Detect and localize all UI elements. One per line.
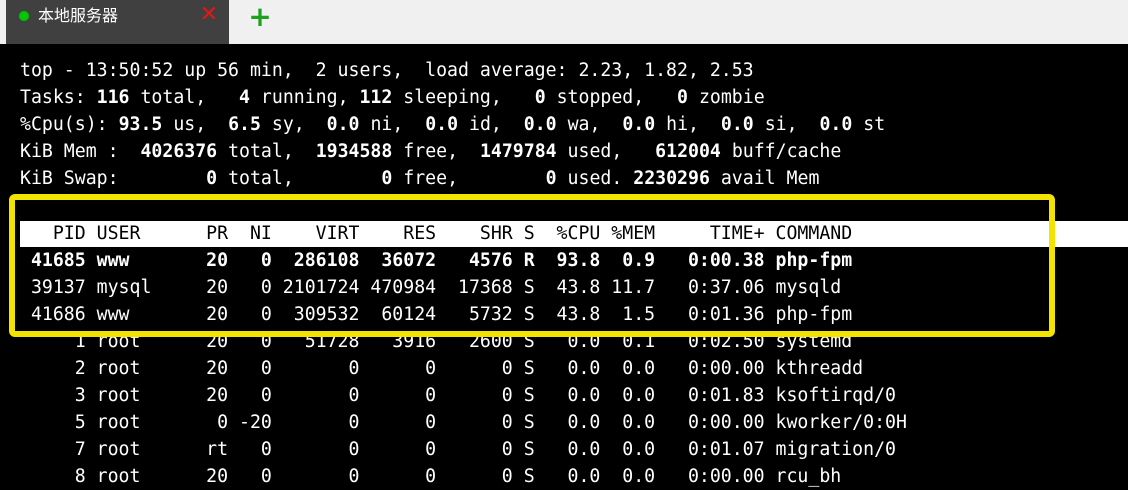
summary-swap-line: KiB Swap: 0 total, 0 free, 0 used. 22302… bbox=[20, 168, 820, 189]
summary-mem-line: KiB Mem : 4026376 total, 1934588 free, 1… bbox=[20, 141, 842, 162]
status-dot-icon bbox=[19, 11, 29, 21]
table-row: 5 root 0 -20 0 0 0 S 0.0 0.0 0:00.00 kwo… bbox=[20, 412, 907, 433]
table-row: 2 root 20 0 0 0 0 S 0.0 0.0 0:00.00 kthr… bbox=[20, 358, 864, 379]
terminal[interactable]: top - 13:50:52 up 56 min, 2 users, load … bbox=[0, 44, 1128, 488]
highlight-box bbox=[9, 194, 1055, 337]
tab-title: 本地服务器 bbox=[38, 6, 119, 25]
table-row: 8 root 20 0 0 0 0 S 0.0 0.0 0:00.00 rcu_… bbox=[20, 466, 842, 487]
table-row: 7 root rt 0 0 0 0 S 0.0 0.0 0:01.07 migr… bbox=[20, 439, 896, 460]
tab-bar: 本地服务器 ✕ + bbox=[0, 0, 1128, 44]
plus-icon[interactable]: + bbox=[247, 3, 273, 31]
tab-local-server[interactable]: 本地服务器 ✕ bbox=[6, 0, 229, 44]
summary-cpu-line: %Cpu(s): 93.5 us, 6.5 sy, 0.0 ni, 0.0 id… bbox=[20, 114, 886, 135]
table-row: 3 root 20 0 0 0 0 S 0.0 0.0 0:01.83 ksof… bbox=[20, 385, 896, 406]
summary-tasks-line: Tasks: 116 total, 4 running, 112 sleepin… bbox=[20, 87, 765, 108]
close-icon[interactable]: ✕ bbox=[198, 4, 220, 26]
summary-uptime-line: top - 13:50:52 up 56 min, 2 users, load … bbox=[20, 60, 754, 81]
